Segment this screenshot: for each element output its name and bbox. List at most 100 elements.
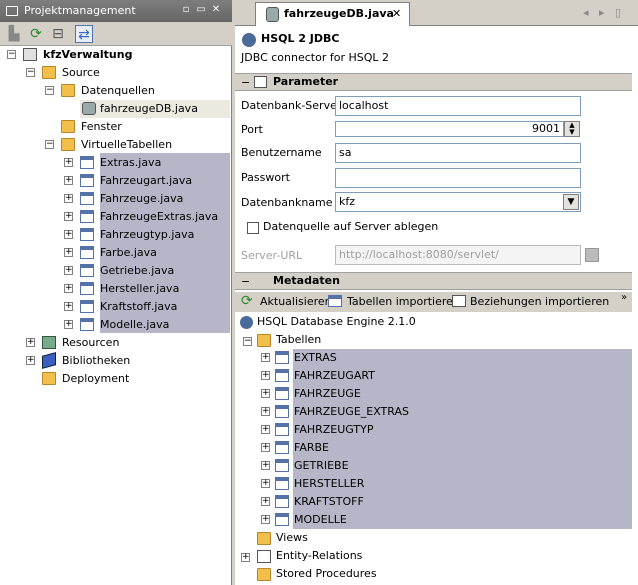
restore-icon[interactable]: ▫ (180, 4, 192, 16)
server-checkbox-label: Datenquelle auf Server ablegen (263, 220, 439, 233)
relations-icon (452, 295, 466, 307)
folder-icon (257, 334, 271, 347)
server-input[interactable]: localhost (335, 96, 581, 116)
chevron-down-icon[interactable]: ▼ (563, 194, 579, 210)
close-icon[interactable]: ✕ (210, 4, 222, 16)
overflow-icon[interactable]: » (621, 292, 627, 303)
expand-icon[interactable]: + (241, 553, 250, 562)
folder-icon (42, 66, 56, 79)
refresh-button[interactable]: Aktualisieren (260, 295, 332, 308)
expand-icon[interactable]: + (64, 230, 73, 239)
expand-icon[interactable]: + (26, 356, 35, 365)
password-label: Passwort (241, 171, 290, 184)
expand-icon[interactable]: + (261, 353, 270, 362)
tabellen-node[interactable]: Tabellen (276, 333, 321, 346)
tree-db-file[interactable]: fahrzeugeDB.java (80, 100, 230, 118)
expand-icon[interactable]: + (64, 248, 73, 257)
expand-icon[interactable]: + (26, 338, 35, 347)
collapse-icon[interactable]: − (241, 274, 250, 290)
sync-icon[interactable]: ⇄ (75, 25, 93, 43)
engine-label[interactable]: HSQL Database Engine 2.1.0 (257, 315, 416, 328)
stored-procedures-node[interactable]: Stored Procedures (276, 567, 377, 580)
server-label: Datenbank-Server (241, 99, 342, 112)
database-icon (266, 7, 279, 22)
expand-icon[interactable]: + (261, 389, 270, 398)
expand-icon[interactable]: + (261, 443, 270, 452)
port-label: Port (241, 123, 263, 136)
hsql-driver-icon (242, 33, 256, 47)
refresh-icon[interactable]: ⟳ (27, 25, 45, 43)
expand-icon[interactable]: + (64, 176, 73, 185)
metadata-toolbar: ⟳ Aktualisieren Tabellen importieren Bez… (235, 292, 632, 312)
collapse-icon[interactable]: − (45, 140, 54, 149)
views-node[interactable]: Views (276, 531, 308, 544)
entity-relations-node[interactable]: Entity-Relations (276, 549, 362, 562)
window-icon (6, 6, 18, 16)
expand-icon[interactable]: + (64, 284, 73, 293)
collapse-icon[interactable]: − (45, 86, 54, 95)
expand-icon[interactable]: + (261, 407, 270, 416)
table-icon (275, 441, 289, 454)
project-panel-titlebar: Projektmanagement ▫ ▭ ✕ (0, 0, 232, 22)
folder-icon (61, 120, 75, 133)
table-icon (275, 477, 289, 490)
driver-title: HSQL 2 JDBC (261, 32, 340, 45)
metadaten-header[interactable]: − Metadaten (235, 272, 632, 290)
expand-icon[interactable]: + (64, 266, 73, 275)
entity-icon (257, 550, 271, 563)
expand-icon[interactable]: + (261, 425, 270, 434)
collapse-icon[interactable]: − (241, 75, 250, 91)
expand-icon[interactable]: + (261, 479, 270, 488)
table-icon (80, 192, 94, 205)
folder-icon (42, 372, 56, 385)
collapse-icon[interactable]: ⊟ (49, 25, 67, 43)
expand-icon[interactable]: + (261, 371, 270, 380)
table-icon (275, 387, 289, 400)
expand-icon[interactable]: + (261, 497, 270, 506)
folder-icon (257, 568, 271, 581)
browse-icon (585, 248, 599, 262)
table-icon (80, 156, 94, 169)
resource-icon (42, 336, 56, 349)
dbname-select[interactable]: kfz ▼ (335, 192, 581, 212)
table-icon (80, 174, 94, 187)
minimize-icon[interactable]: ▭ (195, 4, 207, 16)
table-icon (275, 369, 289, 382)
table-icon (80, 264, 94, 277)
table-icon (275, 459, 289, 472)
port-stepper[interactable]: ▲ ▼ (564, 121, 580, 137)
expand-icon[interactable]: + (64, 212, 73, 221)
hsql-engine-icon (240, 316, 253, 329)
expand-icon[interactable]: + (64, 194, 73, 203)
close-tab-icon[interactable]: ✕ (392, 3, 401, 25)
database-icon (82, 102, 96, 115)
collapse-icon[interactable]: − (243, 337, 252, 346)
url-input: http://localhost:8080/servlet/ (335, 245, 581, 265)
folder-icon (257, 532, 271, 545)
expand-icon[interactable]: + (64, 302, 73, 311)
user-input[interactable]: sa (335, 143, 581, 163)
table-icon (80, 228, 94, 241)
import-tables-button[interactable]: Tabellen importieren (347, 295, 460, 308)
scroll-right-icon[interactable]: ▸ (599, 6, 605, 19)
table-icon (80, 282, 94, 295)
expand-icon[interactable]: + (261, 461, 270, 470)
table-icon (80, 246, 94, 259)
table-icon (275, 351, 289, 364)
import-relations-button[interactable]: Beziehungen importieren (470, 295, 609, 308)
tab-list-icon[interactable]: ▯ (615, 6, 621, 19)
server-checkbox[interactable] (247, 222, 259, 234)
expand-icon[interactable]: + (64, 158, 73, 167)
collapse-icon[interactable]: − (26, 68, 35, 77)
expand-icon[interactable]: + (64, 320, 73, 329)
refresh-icon: ⟳ (241, 293, 253, 309)
disconnect-icon[interactable]: ▙ (5, 25, 23, 43)
tab-fahrzeugedb[interactable]: fahrzeugeDB.java ✕ (255, 2, 410, 26)
collapse-icon[interactable]: − (7, 50, 16, 59)
port-input[interactable]: 9001 (335, 121, 564, 137)
password-input[interactable] (335, 168, 581, 188)
table-icon (275, 405, 289, 418)
parameter-header[interactable]: − Parameter (235, 73, 632, 91)
scroll-left-icon[interactable]: ◂ (583, 6, 589, 19)
expand-icon[interactable]: + (261, 515, 270, 524)
